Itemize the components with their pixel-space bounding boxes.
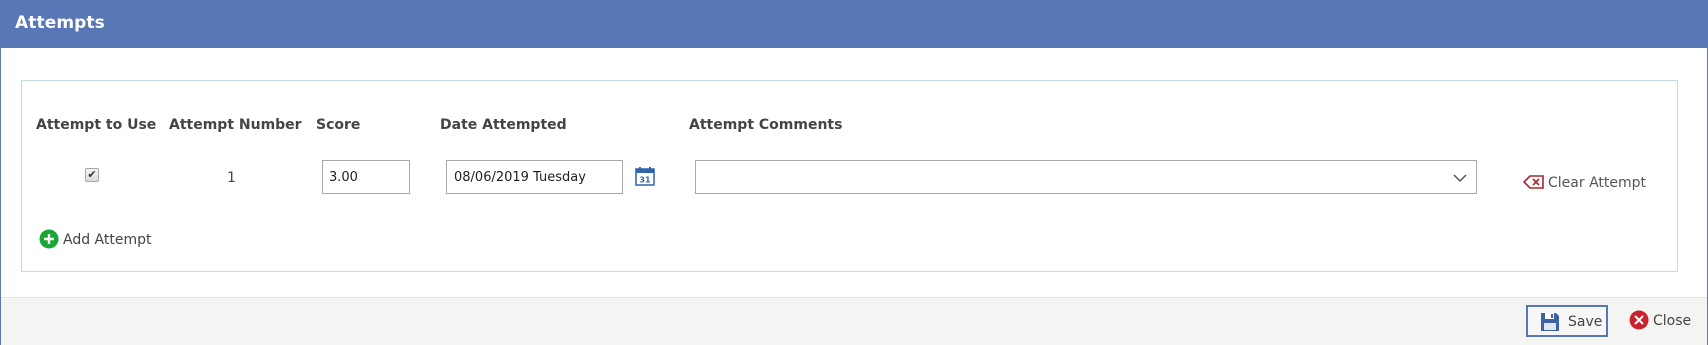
add-attempt-button[interactable]: Add Attempt <box>39 229 152 249</box>
plus-circle-icon <box>39 229 59 249</box>
column-header-date-attempted: Date Attempted <box>440 117 567 133</box>
attempts-panel: Attempt to Use Attempt Number Score Date… <box>21 80 1678 272</box>
close-circle-icon <box>1629 310 1649 330</box>
score-input[interactable] <box>322 160 410 194</box>
clear-attempt-button[interactable]: Clear Attempt <box>1522 174 1646 191</box>
column-header-attempt-number: Attempt Number <box>169 117 302 133</box>
dialog-header: Attempts <box>1 1 1707 48</box>
svg-text:31: 31 <box>639 176 651 185</box>
date-attempted-input[interactable] <box>446 160 623 194</box>
column-header-score: Score <box>316 117 361 133</box>
floppy-disk-icon <box>1541 313 1559 331</box>
save-button[interactable]: Save <box>1526 305 1608 337</box>
attempt-to-use-checkbox[interactable]: ✔ <box>85 168 99 182</box>
clear-attempt-label: Clear Attempt <box>1548 175 1646 191</box>
close-button[interactable]: Close <box>1629 310 1691 330</box>
close-label: Close <box>1653 313 1692 329</box>
calendar-icon[interactable]: 31 <box>635 166 655 186</box>
dialog-footer: Save Close <box>1 297 1707 345</box>
column-header-attempt-to-use: Attempt to Use <box>36 117 157 133</box>
chevron-down-icon[interactable] <box>1452 170 1468 186</box>
save-label: Save <box>1568 314 1603 330</box>
attempts-dialog: Attempts Attempt to Use Attempt Number S… <box>0 0 1708 345</box>
dialog-title: Attempts <box>15 13 105 33</box>
attempt-comments-dropdown[interactable] <box>695 160 1477 194</box>
attempt-number-value: 1 <box>227 170 236 186</box>
backspace-icon <box>1522 175 1544 189</box>
column-header-attempt-comments: Attempt Comments <box>689 117 843 133</box>
add-attempt-label: Add Attempt <box>63 232 152 248</box>
